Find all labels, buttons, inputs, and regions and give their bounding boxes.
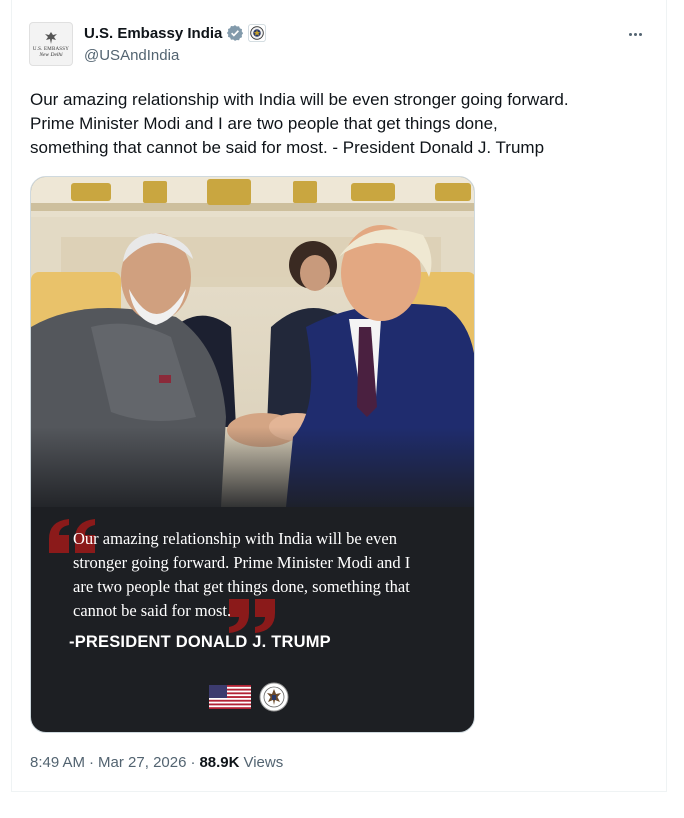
verified-badge-icon[interactable] bbox=[226, 24, 244, 42]
more-dot-icon bbox=[633, 32, 637, 36]
name-row: U.S. Embassy India bbox=[84, 24, 267, 42]
state-department-seal-icon bbox=[259, 682, 289, 712]
tweet-text: Our amazing relationship with India will… bbox=[30, 90, 569, 157]
quote-text: Our amazing relationship with India will… bbox=[73, 529, 411, 620]
more-dot-icon bbox=[638, 32, 642, 36]
more-dot-icon bbox=[628, 32, 632, 36]
eagle-seal-icon bbox=[45, 31, 57, 44]
tweet-card: U.S. EMBASSY New Delhi U.S. Embassy Indi… bbox=[11, 0, 667, 792]
more-options-button[interactable] bbox=[624, 24, 646, 44]
meta-separator: · bbox=[190, 754, 196, 771]
views-count: 88.9K bbox=[199, 754, 240, 771]
state-dept-seal-icon[interactable] bbox=[248, 24, 267, 42]
tweet-meta: 8:49 AM · Mar 27, 2026 · 88.9K Views bbox=[30, 754, 283, 771]
us-flag-icon bbox=[209, 685, 251, 709]
tweet-media[interactable]: Our amazing relationship with India will… bbox=[30, 176, 475, 733]
quote-attribution: -PRESIDENT DONALD J. TRUMP bbox=[69, 633, 331, 651]
display-name[interactable]: U.S. Embassy India bbox=[84, 25, 222, 42]
tweet-time-link[interactable]: 8:49 AM bbox=[30, 754, 85, 771]
meta-separator: · bbox=[89, 754, 95, 771]
views-label: Views bbox=[243, 754, 284, 771]
account-handle[interactable]: @USAndIndia bbox=[84, 47, 179, 64]
tweet-date-link[interactable]: Mar 27, 2026 bbox=[98, 754, 186, 771]
avatar[interactable]: U.S. EMBASSY New Delhi bbox=[29, 22, 73, 66]
avatar-label-bottom: New Delhi bbox=[39, 51, 63, 58]
